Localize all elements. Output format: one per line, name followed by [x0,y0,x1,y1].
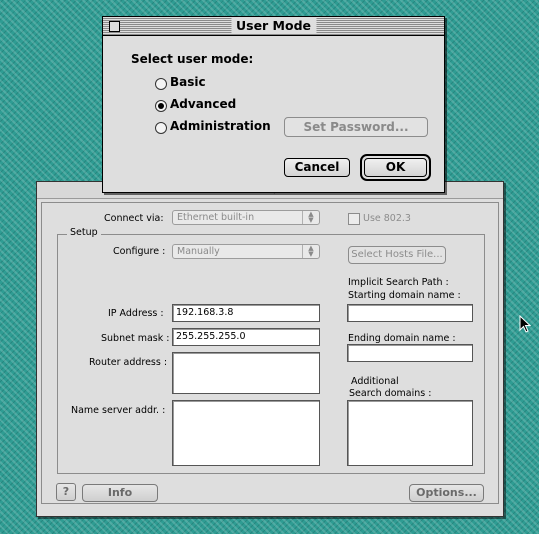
starting-domain-field[interactable] [347,304,473,322]
search-domains-field[interactable] [347,400,473,466]
popup-arrows-icon: ▲ ▼ [302,245,319,258]
user-mode-title: User Mode [230,18,317,33]
ip-address-field[interactable]: 192.168.3.8 [172,304,320,322]
radio-basic[interactable] [155,78,167,90]
help-button[interactable]: ? [56,483,76,501]
use-8023-checkbox[interactable] [348,213,360,225]
select-user-mode-prompt: Select user mode: [131,52,254,66]
setup-group-label: Setup [67,227,101,238]
implicit-search-path-label: Implicit Search Path : [348,277,449,288]
mouse-pointer-icon [519,315,531,333]
user-mode-dialog: User Mode Select user mode: Basic Advanc… [102,16,445,193]
connect-via-value: Ethernet built-in [177,212,255,223]
configure-value: Manually [177,246,220,257]
router-address-label: Router address : [89,357,168,368]
configure-popup[interactable]: Manually ▲ ▼ [172,244,320,259]
radio-administration-label[interactable]: Administration [170,119,271,133]
options-button[interactable]: Options... [409,484,484,502]
router-address-field[interactable] [172,352,320,394]
radio-advanced[interactable] [155,100,167,112]
ending-domain-label: Ending domain name : [348,333,456,344]
ending-domain-field[interactable] [347,344,473,362]
radio-basic-label[interactable]: Basic [170,75,206,89]
set-password-button[interactable]: Set Password... [284,117,428,137]
search-domains-label: Search domains : [349,388,432,399]
additional-label: Additional [351,376,399,387]
popup-arrows-icon: ▲ ▼ [302,211,319,224]
subnet-mask-field[interactable]: 255.255.255.0 [172,328,320,346]
starting-domain-label: Starting domain name : [348,290,461,301]
tcpip-content-panel: Connect via: Ethernet built-in ▲ ▼ Use 80… [41,202,499,504]
radio-administration[interactable] [155,122,167,134]
connect-via-popup[interactable]: Ethernet built-in ▲ ▼ [172,210,320,225]
ok-button[interactable]: OK [364,158,427,177]
user-mode-titlebar[interactable]: User Mode [103,17,444,36]
radio-advanced-label[interactable]: Advanced [170,97,236,111]
name-server-label: Name server addr. : [71,405,166,416]
connect-via-label: Connect via: [104,213,164,224]
info-button[interactable]: Info [82,484,158,502]
close-box-icon[interactable] [109,21,120,32]
cancel-button[interactable]: Cancel [284,158,350,177]
ip-address-label: IP Address : [108,308,164,319]
configure-label: Configure : [113,246,166,257]
tcpip-window: TCP/IP Connect via: Ethernet built-in ▲▼… [36,181,504,517]
subnet-mask-label: Subnet mask : [101,333,170,344]
use-8023-label: Use 802.3 [363,213,411,224]
help-icon: ? [62,485,70,498]
select-hosts-file-button[interactable]: Select Hosts File... [348,246,446,264]
name-server-field[interactable] [172,400,320,466]
